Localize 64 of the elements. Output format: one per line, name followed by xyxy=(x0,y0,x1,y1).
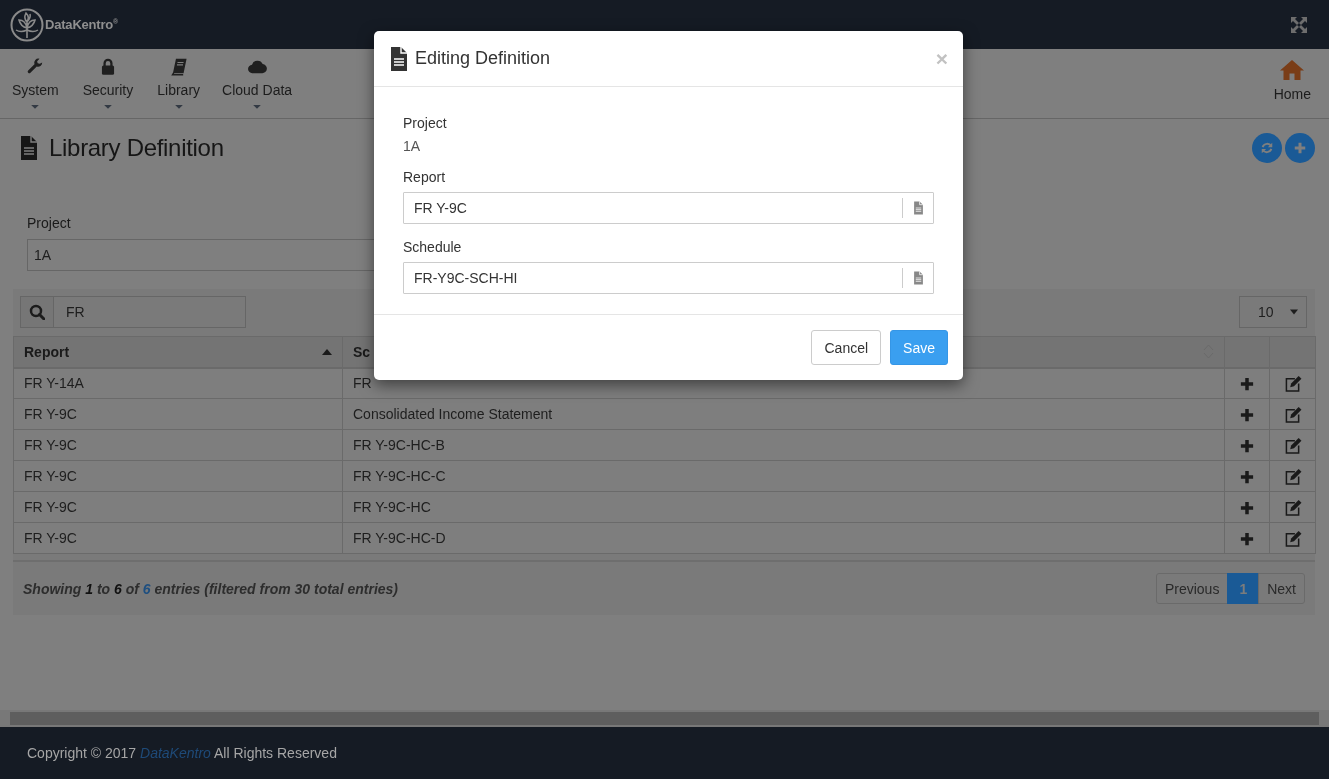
document-icon xyxy=(19,136,39,160)
plus-icon[interactable] xyxy=(1240,439,1254,454)
search-field[interactable]: FR xyxy=(20,296,246,328)
page-size-select[interactable]: 10 xyxy=(1239,296,1307,328)
edit-icon[interactable] xyxy=(1283,530,1302,547)
edit-icon[interactable] xyxy=(1283,437,1302,454)
dialog-title: Editing Definition xyxy=(415,48,551,69)
table-cell: FR Y-9C xyxy=(13,522,343,554)
edit-icon[interactable] xyxy=(1283,375,1302,392)
cancel-button[interactable]: Cancel xyxy=(811,330,882,365)
table-cell: FR Y-9C xyxy=(13,398,343,430)
field-label: Schedule xyxy=(403,239,463,255)
column-header[interactable]: Report xyxy=(24,343,70,360)
caret-icon xyxy=(252,105,263,109)
table-cell: FR Y-9C xyxy=(13,491,343,523)
input-field[interactable]: FR-Y9C-SCH-HI xyxy=(403,262,934,294)
nav-menu-button[interactable]: System xyxy=(0,49,67,109)
sort-ascending-icon[interactable] xyxy=(322,348,332,355)
table-cell: FR Y-9C-HC-C xyxy=(342,460,1225,492)
plus-icon[interactable] xyxy=(1240,377,1254,392)
scrollbar[interactable] xyxy=(10,712,1319,725)
nav-menu-button[interactable]: Security xyxy=(66,49,142,109)
field-label: Project xyxy=(403,115,448,131)
home-icon xyxy=(1280,58,1305,80)
field-label: Report xyxy=(403,169,447,185)
pagination-button[interactable]: Next xyxy=(1258,573,1305,604)
edit-icon[interactable] xyxy=(1283,499,1302,516)
edit-icon[interactable] xyxy=(1283,468,1302,485)
plus-icon[interactable] xyxy=(1240,408,1254,423)
copyright-text: Copyright © 2017 DataKentro All Rights Reserved xyxy=(27,745,337,761)
caret-icon xyxy=(102,105,113,109)
input-field[interactable]: FR Y-9C xyxy=(403,192,934,224)
document-icon[interactable] xyxy=(912,271,924,285)
caret-icon xyxy=(1290,309,1298,315)
entries-summary: Showing 1 to 6 of 6 entries (filtered from 30 total entries) xyxy=(23,580,398,597)
nav-menu-button[interactable]: Library xyxy=(141,49,209,109)
nav-menu-button[interactable]: Cloud Data xyxy=(208,49,301,109)
search-icon xyxy=(29,304,45,320)
table-cell: FR Y-9C xyxy=(13,460,343,492)
field-value: 1A xyxy=(403,138,422,154)
page-title: Library Definition xyxy=(49,134,224,162)
plus-icon[interactable] xyxy=(1240,470,1254,485)
table-cell: FR Y-9C-HC-B xyxy=(342,429,1225,461)
field-label: Project xyxy=(27,215,72,231)
refresh-icon xyxy=(1260,141,1274,155)
caret-icon xyxy=(30,105,41,109)
save-button[interactable]: Save xyxy=(890,330,948,365)
column-header[interactable]: Sc xyxy=(353,343,371,360)
table-cell: Consolidated Income Statement xyxy=(342,398,1225,430)
logo-icon xyxy=(10,7,44,42)
caret-icon xyxy=(173,105,184,109)
edit-icon[interactable] xyxy=(1283,406,1302,423)
table-cell: FR Y-14A xyxy=(13,367,343,399)
plus-icon xyxy=(1294,142,1306,154)
fullscreen-icon[interactable] xyxy=(1291,16,1307,33)
plus-icon[interactable] xyxy=(1240,532,1254,547)
plus-icon[interactable] xyxy=(1240,501,1254,516)
table-cell: FR Y-9C xyxy=(13,429,343,461)
table-cell: FR Y-9C-HC-D xyxy=(342,522,1225,554)
table-cell: FR Y-9C-HC xyxy=(342,491,1225,523)
document-icon[interactable] xyxy=(912,201,924,215)
brand-name: DataKentro$^{®}$ xyxy=(45,17,119,32)
document-icon xyxy=(389,46,409,71)
home-button[interactable]: Home xyxy=(1265,49,1325,109)
